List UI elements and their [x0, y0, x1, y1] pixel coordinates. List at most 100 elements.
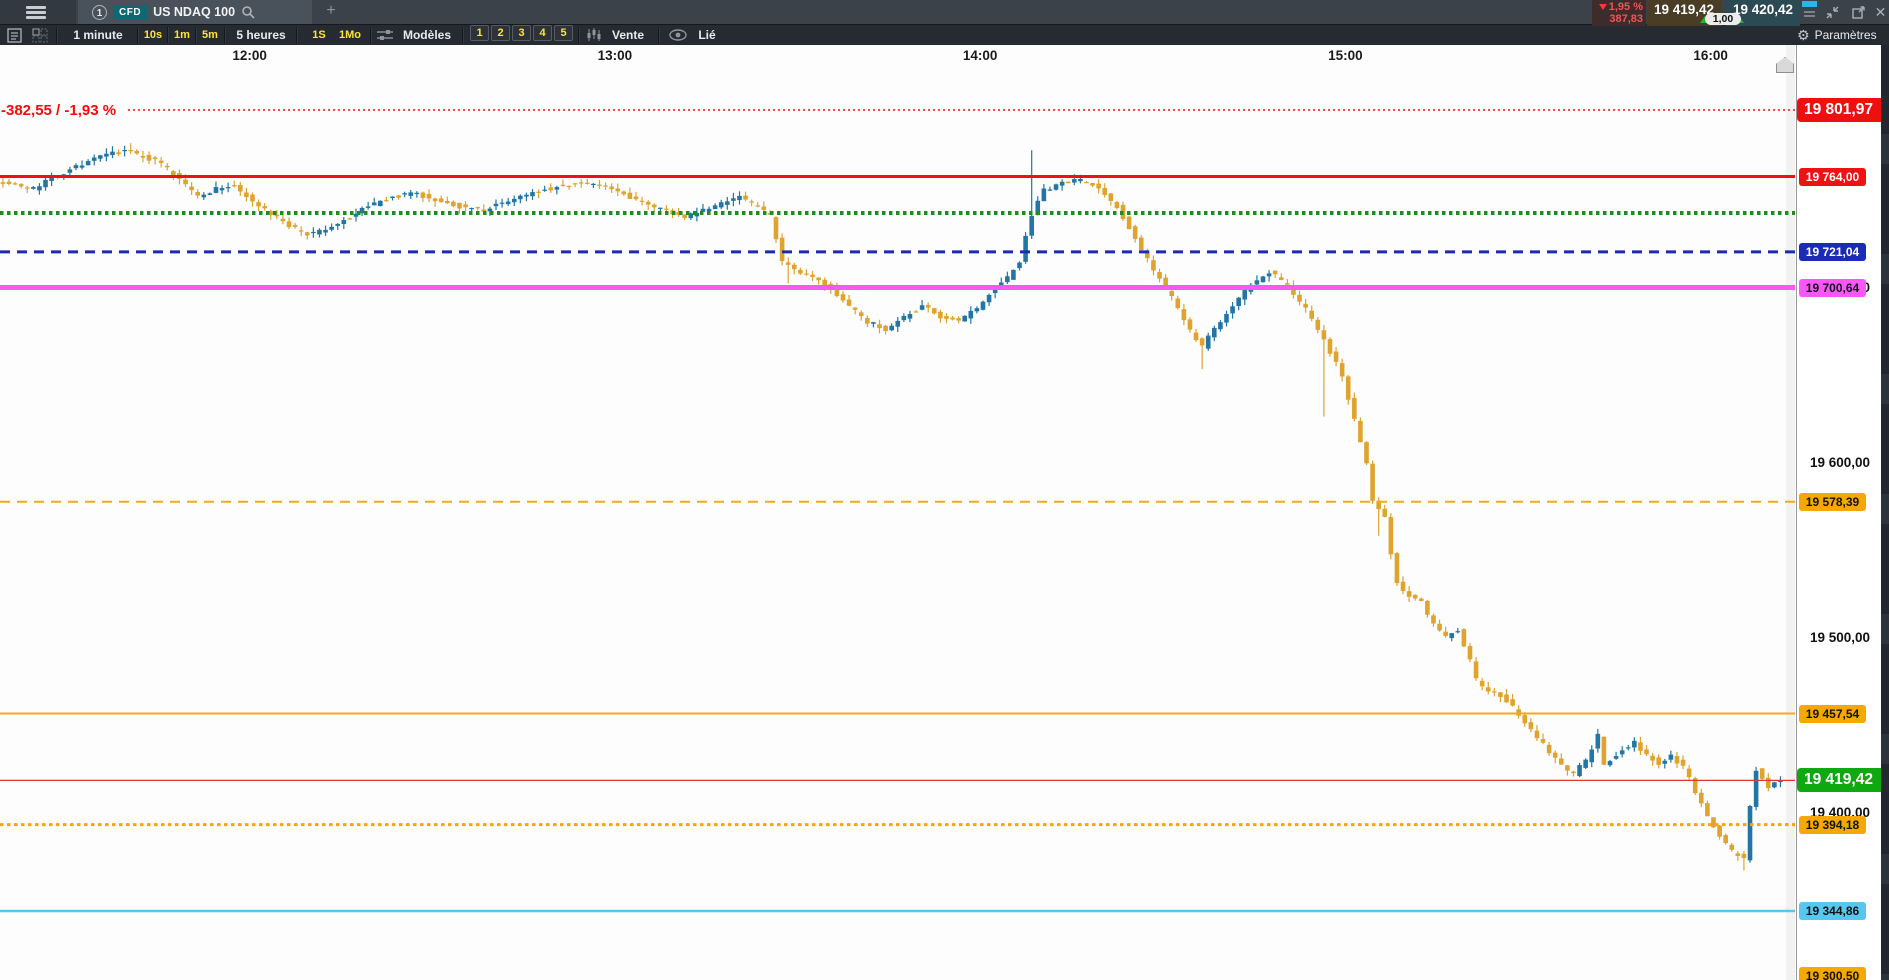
price-level-label[interactable]: 19 300,50 [1799, 967, 1866, 980]
layout-4-button[interactable]: 4 [533, 25, 552, 41]
layout-3-button[interactable]: 3 [512, 25, 531, 41]
candle-body [633, 196, 639, 200]
price-level-label[interactable]: 19 721,04 [1799, 242, 1866, 261]
price-level-label[interactable]: 19 394,18 [1799, 815, 1866, 834]
settings-button[interactable]: ⚙ Paramètres [1797, 25, 1885, 45]
chart-type-button[interactable] [584, 25, 604, 45]
candle-body [1540, 739, 1546, 743]
chart-type-label[interactable]: Vente [606, 25, 650, 45]
candle-body [1625, 747, 1631, 749]
candle-body [1674, 756, 1680, 764]
candle-body [469, 207, 474, 210]
duration-button[interactable]: 5 heures [230, 25, 292, 45]
models-label[interactable]: Modèles [398, 25, 456, 45]
panel-list-button[interactable] [4, 25, 24, 45]
candle-body [37, 186, 42, 191]
candle-body [804, 273, 809, 275]
range-1s-button[interactable]: 1S [306, 25, 332, 45]
price-level-label[interactable]: 19 457,54 [1799, 704, 1866, 723]
candle-body [201, 194, 207, 198]
candle-body [1285, 283, 1290, 285]
timeframe-current-button[interactable]: 1 minute [62, 25, 134, 45]
price-level-label[interactable]: 19 344,86 [1799, 901, 1866, 920]
layout-2-button[interactable]: 2 [491, 25, 510, 41]
layout-1-button[interactable]: 1 [470, 25, 489, 41]
candle-body [524, 194, 529, 197]
timeframe-5m-button[interactable]: 5m [198, 25, 222, 45]
candle-body [651, 204, 657, 208]
candle-body [1181, 309, 1187, 321]
candle-body [438, 198, 444, 203]
candle-body [761, 206, 767, 210]
current-price-label[interactable]: 19 419,42 [1797, 768, 1889, 793]
timeframe-10s-button[interactable]: 10s [140, 25, 166, 45]
price-level-label[interactable]: 19 578,39 [1799, 492, 1866, 511]
candle-body [1400, 581, 1406, 591]
open-in-window-icon[interactable] [1850, 4, 1867, 21]
candle-body [152, 157, 158, 160]
candle-body [956, 318, 961, 321]
candle-body [1078, 179, 1083, 182]
candle-body [1205, 335, 1211, 349]
collapse-window-icon[interactable] [1824, 4, 1841, 21]
candle-body [658, 207, 663, 209]
instrument-tab[interactable]: 1 CFD US NDAQ 100 [78, 0, 312, 24]
candle-body [919, 305, 925, 310]
main-menu-button[interactable] [0, 0, 76, 24]
candle-body [128, 149, 134, 152]
layout-grid-button[interactable] [30, 25, 50, 45]
candle-body [1485, 687, 1491, 692]
layout-thumbnail-widget[interactable] [1802, 1, 1817, 21]
candle-body [1583, 759, 1588, 768]
candle-body [1333, 351, 1339, 362]
search-icon[interactable] [241, 5, 255, 19]
candle-body [518, 195, 523, 200]
candle-body [1327, 339, 1333, 354]
candle-body [621, 191, 627, 195]
price-level-label[interactable]: 19 700,64 [1799, 278, 1866, 297]
candle-body [426, 194, 432, 199]
new-tab-button[interactable]: + [318, 0, 344, 24]
candle-body [511, 198, 517, 203]
candle-body [0, 182, 6, 184]
candle-body [1084, 181, 1089, 184]
candle-body [1169, 290, 1174, 296]
candle-body [846, 299, 852, 306]
candle-body [1431, 615, 1436, 624]
timeframe-1m-button[interactable]: 1m [170, 25, 194, 45]
candle-body [414, 192, 420, 195]
candlestick-chart[interactable] [0, 44, 1795, 980]
price-level-label[interactable]: 19 764,00 [1799, 167, 1866, 186]
candle-body [1705, 803, 1710, 817]
change-absolute: 387,83 [1609, 13, 1643, 25]
candle-body [1699, 792, 1704, 804]
candle-body [944, 315, 949, 319]
candle-body [1595, 733, 1601, 749]
candle-body [1467, 646, 1473, 660]
candle-body [195, 191, 200, 196]
candle-body [1559, 758, 1564, 765]
candle-body [1236, 297, 1241, 307]
candle-body [791, 264, 797, 270]
hamburger-icon [26, 6, 46, 9]
candle-body [493, 203, 499, 207]
linked-button[interactable] [668, 25, 688, 45]
candle-body [244, 192, 249, 197]
close-window-icon[interactable]: ✕ [1872, 4, 1889, 21]
layout-5-button[interactable]: 5 [554, 25, 573, 41]
models-button[interactable] [376, 25, 394, 45]
candle-body [1352, 397, 1357, 419]
price-level-label[interactable]: 19 801,97 [1797, 98, 1889, 122]
range-1mo-button[interactable]: 1Mo [334, 25, 366, 45]
candle-body [1370, 463, 1375, 501]
candle-body [1382, 508, 1388, 517]
candle-body [1187, 319, 1193, 330]
candle-body [140, 155, 146, 158]
candle-body [98, 155, 103, 159]
candle-body [852, 307, 858, 310]
candle-body [968, 310, 974, 319]
candle-body [1747, 806, 1753, 861]
candle-body [1023, 235, 1028, 262]
candle-body [317, 229, 322, 235]
linked-label[interactable]: Lié [692, 25, 722, 45]
